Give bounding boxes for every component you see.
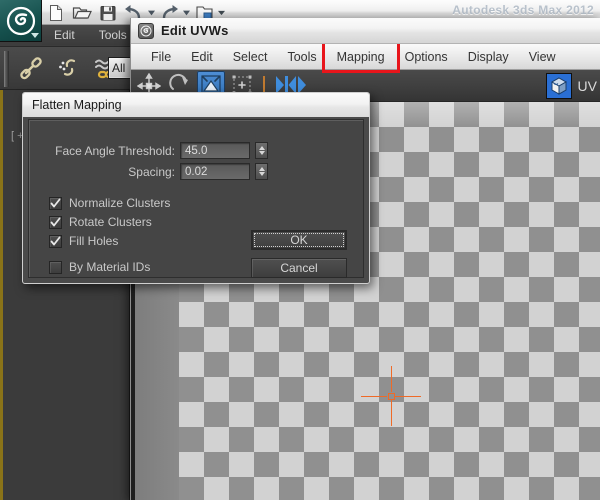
normalize-clusters-label: Normalize Clusters	[69, 196, 171, 210]
by-material-ids-checkbox[interactable]	[49, 260, 62, 274]
selection-filter-value: All	[112, 61, 126, 75]
spacing-stepper[interactable]	[255, 163, 268, 180]
fill-holes-row[interactable]: Fill Holes	[49, 234, 118, 248]
open-folder-icon[interactable]	[70, 2, 94, 24]
menu-item-edit[interactable]: Edit	[42, 25, 87, 45]
face-angle-threshold-row: Face Angle Threshold: 45.0	[47, 142, 347, 159]
flatten-dialog-body: Face Angle Threshold: 45.0 Spacing: 0.02	[28, 119, 364, 278]
face-angle-threshold-stepper[interactable]	[255, 142, 268, 159]
check-icon	[50, 236, 61, 245]
flatten-dialog-title: Flatten Mapping	[32, 98, 122, 112]
uvw-window-title: Edit UVWs	[161, 23, 229, 38]
uvw-menu-display[interactable]: Display	[458, 46, 519, 68]
logo-caret-down-icon[interactable]	[31, 33, 39, 38]
flatten-dialog-titlebar[interactable]: Flatten Mapping	[23, 93, 369, 117]
face-angle-threshold-input[interactable]: 45.0	[180, 142, 250, 159]
spacing-input[interactable]: 0.02	[180, 163, 250, 180]
cancel-button[interactable]: Cancel	[251, 258, 347, 278]
save-disk-icon[interactable]	[96, 2, 120, 24]
uvw-menubar: File Edit Select Tools Mapping Options D…	[131, 40, 600, 73]
new-file-icon[interactable]	[44, 2, 68, 24]
fill-holes-label: Fill Holes	[69, 234, 119, 248]
check-icon	[50, 217, 61, 226]
normalize-clusters-row[interactable]: Normalize Clusters	[49, 196, 170, 210]
ok-focus-ring	[254, 233, 344, 247]
stepper-down-icon[interactable]	[258, 151, 265, 155]
face-angle-threshold-label: Face Angle Threshold:	[55, 143, 175, 158]
page-title: Autodesk 3ds Max 2012	[452, 3, 594, 17]
uvw-toolbar-right: UV	[545, 70, 600, 102]
uvw-menu-edit[interactable]: Edit	[181, 46, 223, 68]
uvw-menu-tools[interactable]: Tools	[277, 46, 326, 68]
uvw-menu-options[interactable]: Options	[395, 46, 458, 68]
check-icon	[50, 198, 61, 207]
stepper-down-icon[interactable]	[258, 172, 265, 176]
face-angle-threshold-value: 45.0	[185, 144, 208, 157]
3dsmax-logo-icon[interactable]	[0, 0, 42, 42]
uv-label: UV	[577, 78, 597, 94]
stepper-up-icon[interactable]	[258, 146, 265, 150]
select-and-link-icon[interactable]	[14, 50, 48, 86]
spacing-label: Spacing:	[128, 164, 175, 179]
stepper-up-icon[interactable]	[258, 167, 265, 171]
rotate-clusters-label: Rotate Clusters	[69, 215, 152, 229]
uvw-menu-view[interactable]: View	[519, 46, 566, 68]
uvw-cube-icon[interactable]	[545, 73, 572, 99]
normalize-clusters-checkbox[interactable]	[49, 196, 62, 210]
uvw-menu-mapping[interactable]: Mapping	[321, 40, 400, 73]
fill-holes-checkbox[interactable]	[49, 234, 62, 248]
ok-button[interactable]: OK	[251, 230, 347, 250]
by-material-ids-label: By Material IDs	[69, 260, 151, 274]
uvw-titlebar[interactable]: Edit UVWs	[131, 18, 600, 44]
by-material-ids-row[interactable]: By Material IDs	[49, 260, 150, 274]
cancel-button-label: Cancel	[280, 261, 318, 275]
unlink-selection-icon[interactable]	[52, 50, 86, 86]
uvw-menu-file[interactable]: File	[141, 46, 181, 68]
rotate-clusters-row[interactable]: Rotate Clusters	[49, 215, 152, 229]
uvw-menu-mapping-label: Mapping	[336, 49, 385, 64]
flatten-mapping-dialog: Flatten Mapping Face Angle Threshold: 45…	[22, 92, 370, 284]
toolbar-grip[interactable]	[4, 51, 9, 87]
rotate-clusters-checkbox[interactable]	[49, 215, 62, 229]
uvw-menu-select[interactable]: Select	[223, 46, 278, 68]
3dsmax-small-logo-icon	[138, 22, 154, 39]
spacing-value: 0.02	[185, 165, 208, 178]
spacing-row: Spacing: 0.02	[47, 163, 347, 180]
